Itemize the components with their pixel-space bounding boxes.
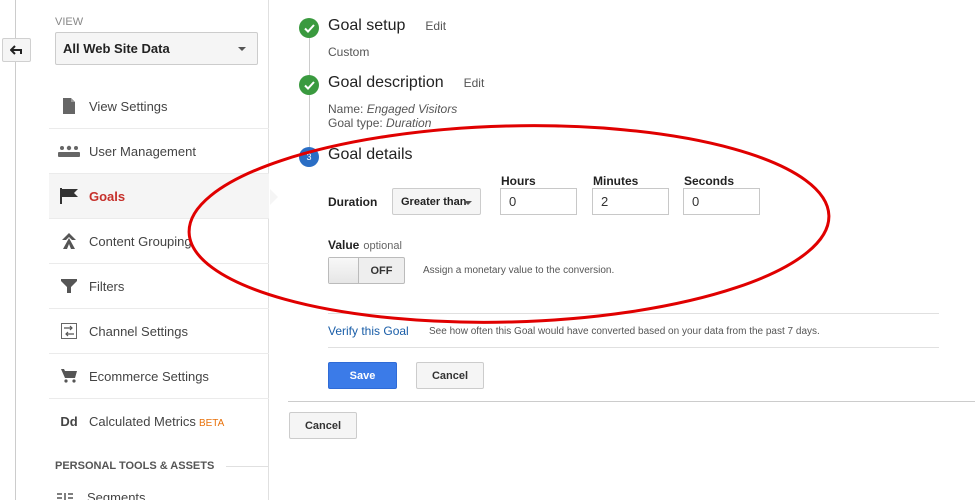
sidebar-item-label: Channel Settings — [89, 323, 189, 339]
step-number-badge: 3 — [299, 147, 319, 167]
sidebar-item-label: User Management — [89, 143, 196, 159]
sidebar-item-goals[interactable]: Goals — [49, 174, 278, 219]
goal-editor: Goal setup Edit Custom Goal description Ed… — [288, 0, 975, 500]
sidebar-nav: View Settings User Management Goals Cont… — [49, 84, 278, 444]
goal-type-summary: Goal type: Duration — [328, 116, 431, 130]
optional-hint: optional — [363, 240, 402, 252]
sidebar-item-channel-settings[interactable]: Channel Settings — [49, 309, 269, 354]
goal-name-summary: Name: Engaged Visitors — [328, 102, 457, 116]
goal-type-label: Goal type: — [328, 116, 387, 130]
channel-icon — [49, 323, 89, 339]
grouping-icon — [49, 233, 89, 249]
outer-cancel-button[interactable]: Cancel — [289, 412, 357, 439]
value-help-text: Assign a monetary value to the conversio… — [423, 265, 615, 276]
beta-badge: BETA — [198, 418, 225, 429]
sidebar-item-user-management[interactable]: User Management — [49, 129, 269, 174]
duration-label: Duration — [328, 195, 378, 209]
duration-comparison-select[interactable]: Greater than — [392, 188, 481, 215]
cart-icon — [49, 369, 89, 383]
section-divider — [226, 465, 269, 467]
admin-sidebar: VIEW All Web Site Data View Settings Use… — [49, 0, 278, 500]
back-arrow-icon — [9, 45, 22, 55]
dd-icon: Dd — [60, 414, 78, 429]
sidebar-item-label: View Settings — [89, 98, 168, 114]
value-label-text: Value — [328, 238, 360, 252]
sidebar-item-segments[interactable]: Segments — [57, 490, 146, 500]
divider — [328, 313, 939, 314]
verify-goal-link[interactable]: Verify this Goal — [328, 324, 409, 338]
step-title-text: Goal description — [328, 74, 444, 91]
check-icon — [299, 18, 319, 38]
sidebar-item-label: Goals — [89, 188, 126, 204]
sidebar-item-content-grouping[interactable]: Content Grouping — [49, 219, 269, 264]
sidebar-item-label: Ecommerce Settings — [89, 368, 209, 384]
sidebar-item-label: Content Grouping — [89, 233, 192, 249]
cancel-button[interactable]: Cancel — [416, 362, 484, 389]
segments-icon — [57, 492, 73, 500]
filter-icon — [49, 279, 89, 293]
flag-icon — [49, 188, 89, 204]
step-title-text: Goal setup — [328, 17, 406, 34]
step-title: Goal description Edit — [328, 74, 484, 92]
goal-type-value: Duration — [386, 116, 432, 130]
seconds-label: Seconds — [684, 174, 735, 188]
toggle-state: OFF — [370, 264, 393, 277]
sidebar-item-label: Filters — [89, 278, 125, 294]
value-label: Value optional — [328, 238, 402, 252]
section-title: PERSONAL TOOLS & ASSETS — [55, 460, 215, 472]
hours-input[interactable] — [500, 188, 577, 215]
sidebar-item-label: Segments — [87, 490, 146, 500]
minutes-input[interactable] — [592, 188, 669, 215]
step-summary: Custom — [328, 45, 370, 59]
document-icon — [49, 98, 89, 114]
view-select[interactable]: All Web Site Data — [55, 32, 258, 65]
hours-label: Hours — [501, 174, 536, 188]
sidebar-item-filters[interactable]: Filters — [49, 264, 269, 309]
sidebar-item-label: Calculated Metrics — [89, 414, 196, 429]
edit-goal-description-link[interactable]: Edit — [464, 76, 485, 90]
sidebar-item-ecommerce-settings[interactable]: Ecommerce Settings — [49, 354, 269, 399]
users-icon — [49, 145, 89, 157]
view-label: VIEW — [55, 16, 84, 28]
edit-goal-setup-link[interactable]: Edit — [425, 19, 446, 33]
seconds-input[interactable] — [683, 188, 760, 215]
section-heading: PERSONAL TOOLS & ASSETS — [55, 460, 269, 472]
verify-help-text: See how often this Goal would have conve… — [429, 326, 820, 337]
comparison-value: Greater than — [401, 195, 467, 208]
chevron-down-icon — [238, 47, 246, 51]
divider — [328, 347, 939, 348]
back-button[interactable] — [2, 38, 31, 62]
save-button[interactable]: Save — [328, 362, 397, 389]
sidebar-item-view-settings[interactable]: View Settings — [49, 84, 269, 129]
toggle-knob — [329, 258, 359, 283]
chevron-down-icon — [464, 201, 472, 205]
sidebar-item-label-wrap: Calculated Metrics BETA — [89, 414, 269, 429]
goal-name-label: Name: — [328, 102, 367, 116]
divider — [288, 401, 975, 402]
rail-line — [15, 0, 16, 500]
step-title: Goal setup Edit — [328, 17, 446, 35]
sidebar-item-calculated-metrics[interactable]: Dd Calculated Metrics BETA — [49, 399, 269, 444]
active-indicator — [270, 189, 278, 205]
goal-name-value: Engaged Visitors — [366, 102, 458, 116]
step-title: Goal details — [328, 146, 413, 163]
view-select-value: All Web Site Data — [63, 41, 170, 56]
minutes-label: Minutes — [593, 174, 639, 188]
check-icon — [299, 75, 319, 95]
value-toggle[interactable]: OFF — [328, 257, 405, 284]
